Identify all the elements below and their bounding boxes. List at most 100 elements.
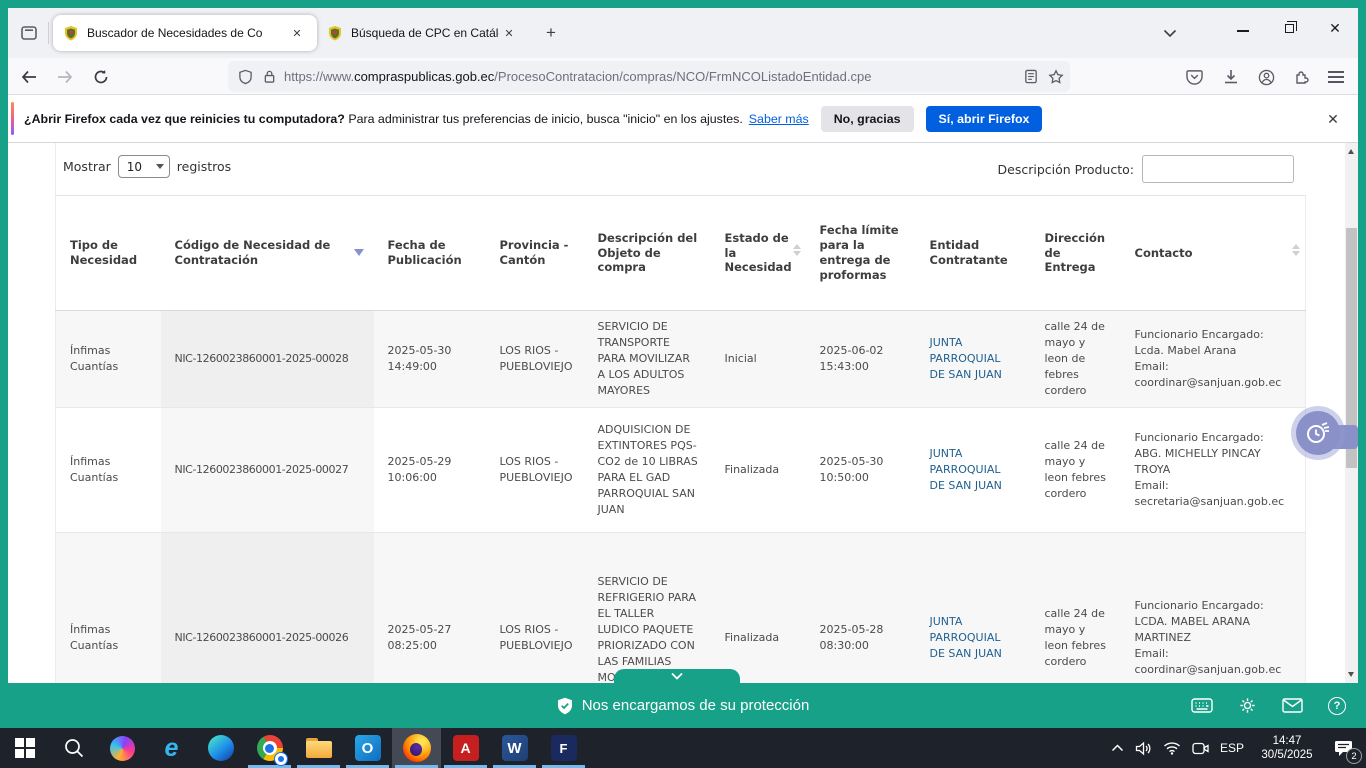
extensions-icon[interactable] bbox=[1286, 63, 1316, 91]
reload-button[interactable] bbox=[86, 62, 116, 91]
help-icon[interactable]: ? bbox=[1328, 697, 1346, 715]
taskbar-firefox-button[interactable] bbox=[392, 728, 441, 768]
firefox-notification-banner: ¿Abrir Firefox cada vez que reinicies tu… bbox=[8, 95, 1358, 143]
lock-icon[interactable] bbox=[263, 69, 276, 84]
restore-button[interactable] bbox=[1266, 8, 1312, 48]
bookmark-star-icon[interactable] bbox=[1048, 69, 1064, 85]
cell-contacto: Funcionario Encargado: Lcda. Mabel Arana… bbox=[1121, 311, 1306, 408]
search-icon bbox=[63, 737, 85, 759]
minimize-icon bbox=[1237, 30, 1249, 32]
url-bar[interactable]: https://www.compraspublicas.gob.ec/Proce… bbox=[228, 61, 1070, 92]
sort-both-icon bbox=[1292, 244, 1300, 256]
banner-close-icon[interactable]: ✕ bbox=[1322, 108, 1344, 130]
table-header-row: Tipo de Necesidad Código de Necesidad de… bbox=[56, 196, 1306, 311]
downloads-icon[interactable] bbox=[1216, 63, 1246, 91]
page-content: Mostrar 10 registros Descripción Product… bbox=[8, 143, 1358, 683]
taskbar-internet-explorer-button[interactable]: e bbox=[147, 728, 196, 768]
header-fecha-publicacion[interactable]: Fecha de Publicación bbox=[374, 196, 486, 311]
tab-close-icon[interactable]: ✕ bbox=[287, 23, 307, 43]
tray-chevron-up-icon[interactable] bbox=[1111, 744, 1124, 752]
sort-both-icon bbox=[793, 244, 801, 256]
close-window-button[interactable]: ✕ bbox=[1312, 8, 1358, 48]
virtual-keyboard-icon[interactable] bbox=[1191, 698, 1213, 713]
entidad-link[interactable]: JUNTA PARROQUIAL DE SAN JUAN bbox=[930, 447, 1002, 492]
tab-title: Buscador de Necesidades de Co bbox=[87, 26, 287, 40]
internet-explorer-icon: e bbox=[165, 736, 179, 761]
scroll-up-icon[interactable] bbox=[1348, 149, 1354, 154]
volume-icon[interactable] bbox=[1135, 741, 1152, 756]
banner-accent-stripe bbox=[11, 102, 14, 135]
account-icon[interactable] bbox=[1251, 63, 1281, 91]
decline-button[interactable]: No, gracias bbox=[821, 106, 914, 132]
product-description-input[interactable] bbox=[1142, 155, 1294, 183]
taskbar-copilot-button[interactable] bbox=[98, 728, 147, 768]
header-contacto[interactable]: Contacto bbox=[1121, 196, 1306, 311]
cell-tipo: Ínfimas Cuantías bbox=[56, 408, 161, 533]
list-all-tabs-button[interactable] bbox=[1156, 20, 1184, 46]
cell-codigo: NIC-1260023860001-2025-00027 bbox=[161, 408, 374, 533]
navigation-toolbar: https://www.compraspublicas.gob.ec/Proce… bbox=[8, 58, 1358, 95]
taskbar-word-button[interactable]: W bbox=[490, 728, 539, 768]
cell-fecha-limite: 2025-05-28 08:30:00 bbox=[806, 533, 916, 684]
notification-center-button[interactable]: 2 bbox=[1330, 735, 1356, 761]
entidad-link[interactable]: JUNTA PARROQUIAL DE SAN JUAN bbox=[930, 336, 1002, 381]
cell-codigo: NIC-1260023860001-2025-00026 bbox=[161, 533, 374, 684]
settings-gear-icon[interactable] bbox=[1238, 696, 1257, 715]
header-codigo[interactable]: Código de Necesidad de Contratación bbox=[161, 196, 374, 311]
desktop-screen: Buscador de Necesidades de Co ✕ Búsqueda… bbox=[0, 0, 1366, 768]
cell-descripcion: SERVICIO DE REFRIGERIO PARA EL TALLER LU… bbox=[584, 533, 711, 684]
mail-icon[interactable] bbox=[1282, 698, 1303, 713]
forward-button[interactable] bbox=[50, 62, 80, 91]
accept-button[interactable]: Sí, abrir Firefox bbox=[926, 106, 1043, 132]
back-button[interactable] bbox=[14, 62, 44, 91]
meet-now-icon[interactable] bbox=[1192, 742, 1209, 755]
chrome-profile-badge bbox=[274, 752, 288, 766]
header-provincia[interactable]: Provincia - Cantón bbox=[486, 196, 584, 311]
table-row: Ínfimas Cuantías NIC-1260023860001-2025-… bbox=[56, 311, 1306, 408]
new-tab-button[interactable]: + bbox=[537, 19, 565, 47]
header-descripcion[interactable]: Descripción del Objeto de compra bbox=[584, 196, 711, 311]
taskbar-fes-button[interactable]: F bbox=[539, 728, 588, 768]
widget-clock-icon[interactable] bbox=[1296, 411, 1340, 455]
header-fecha-limite[interactable]: Fecha límite para la entrega de proforma… bbox=[806, 196, 916, 311]
wifi-icon[interactable] bbox=[1163, 741, 1181, 755]
pocket-icon[interactable] bbox=[1179, 63, 1209, 91]
taskbar-chrome-button[interactable] bbox=[245, 728, 294, 768]
taskbar-edge-button[interactable] bbox=[196, 728, 245, 768]
floating-assistant-widget[interactable] bbox=[1294, 409, 1358, 465]
tracking-shield-icon[interactable] bbox=[238, 69, 253, 85]
taskbar-acrobat-button[interactable]: A bbox=[441, 728, 490, 768]
firefox-view-button[interactable] bbox=[14, 18, 44, 48]
tab-busqueda-cpc[interactable]: Búsqueda de CPC en Catálogo ✕ bbox=[317, 15, 529, 51]
word-icon: W bbox=[502, 735, 528, 761]
learn-more-link[interactable]: Saber más bbox=[749, 112, 809, 126]
menu-hamburger-icon[interactable] bbox=[1321, 63, 1351, 91]
table-row: Ínfimas Cuantías NIC-1260023860001-2025-… bbox=[56, 408, 1306, 533]
entidad-link[interactable]: JUNTA PARROQUIAL DE SAN JUAN bbox=[930, 615, 1002, 660]
scroll-down-icon[interactable] bbox=[1348, 672, 1354, 677]
sercop-favicon-icon bbox=[63, 25, 79, 41]
taskbar-search-button[interactable] bbox=[49, 728, 98, 768]
page-size-select[interactable]: 10 bbox=[118, 155, 170, 178]
minimize-button[interactable] bbox=[1220, 8, 1266, 48]
protection-collapse-tab[interactable] bbox=[614, 669, 740, 684]
header-estado[interactable]: Estado de la Necesidad bbox=[711, 196, 806, 311]
taskbar-outlook-button[interactable]: O bbox=[343, 728, 392, 768]
copilot-icon bbox=[110, 736, 135, 761]
header-entidad[interactable]: Entidad Contratante bbox=[916, 196, 1031, 311]
header-direccion[interactable]: Dirección de Entrega bbox=[1031, 196, 1121, 311]
tab-close-icon[interactable]: ✕ bbox=[499, 23, 519, 43]
cell-descripcion: ADQUISICION DE EXTINTORES PQS-CO2 de 10 … bbox=[584, 408, 711, 533]
taskbar-file-explorer-button[interactable] bbox=[294, 728, 343, 768]
header-tipo[interactable]: Tipo de Necesidad bbox=[56, 196, 161, 311]
cell-estado: Finalizada bbox=[711, 408, 806, 533]
window-controls: ✕ bbox=[1220, 8, 1358, 48]
notification-count-badge: 2 bbox=[1346, 748, 1362, 764]
language-indicator[interactable]: ESP bbox=[1220, 741, 1244, 755]
tray-clock[interactable]: 14:4730/5/2025 bbox=[1255, 734, 1319, 763]
tab-buscador-necesidades[interactable]: Buscador de Necesidades de Co ✕ bbox=[53, 15, 317, 51]
cell-direccion: calle 24 de mayo y leon febres cordero bbox=[1031, 408, 1121, 533]
start-button[interactable] bbox=[0, 728, 49, 768]
cell-provincia: LOS RIOS - PUEBLOVIEJO bbox=[486, 408, 584, 533]
reader-mode-icon[interactable] bbox=[1024, 69, 1038, 84]
